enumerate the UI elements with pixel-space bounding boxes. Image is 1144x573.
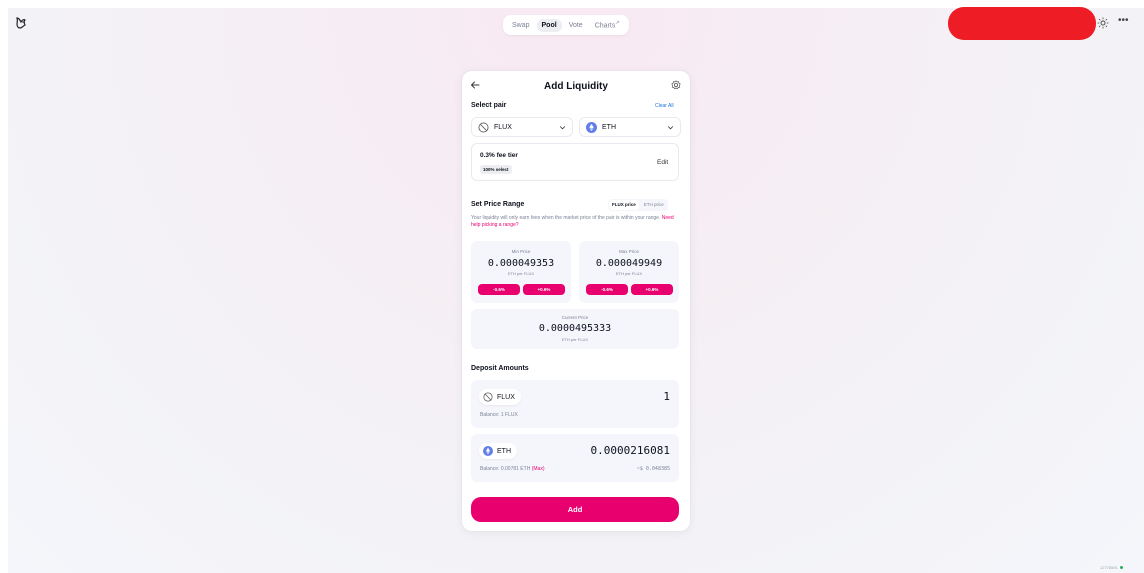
status-dot-icon (1119, 566, 1123, 570)
max-price-decrease-button[interactable]: -0.6% (586, 284, 628, 295)
range-description: Your liquidity will only earn fees when … (471, 215, 683, 229)
nav-vote[interactable]: Vote (564, 19, 588, 32)
select-pair-label: Select pair (471, 102, 507, 109)
page-title: Add Liquidity (544, 81, 608, 92)
max-price-unit: ETH per FLUX (615, 271, 643, 276)
token-a-symbol: FLUX (494, 123, 512, 131)
current-price-label: Current Price (561, 315, 589, 320)
deposit-flux-amount-input[interactable]: 1 (663, 390, 670, 403)
add-button[interactable]: Add (471, 497, 679, 522)
eth-icon (483, 446, 493, 456)
external-link-icon: ↗ (615, 20, 620, 27)
no-token-icon (478, 122, 489, 132)
token-b-select[interactable]: ETH (579, 117, 681, 137)
more-icon[interactable]: ••• (1118, 15, 1129, 26)
deposit-flux-token: FLUX (479, 389, 521, 405)
toggle-eth-price[interactable]: ETH price (641, 200, 667, 210)
min-price-unit: ETH per FLUX (507, 271, 535, 276)
sun-icon[interactable] (1097, 17, 1109, 29)
card-header: Add Liquidity (462, 71, 690, 101)
max-price-card: Max Price 0.000049949 ETH per FLUX -0.6%… (579, 241, 679, 303)
nav-charts-label: Charts (594, 22, 616, 30)
deposit-flux-box: FLUX 1 Balance: 1 FLUX (471, 380, 679, 428)
deposit-eth-usd-value: ~$ 0.048385 (636, 466, 670, 472)
no-token-icon (483, 392, 493, 402)
range-description-text: Your liquidity will only earn fees when … (471, 215, 661, 221)
price-unit-toggle: FLUX price ETH price (608, 199, 668, 211)
max-button[interactable]: (Max) (532, 466, 545, 472)
chevron-down-icon (559, 125, 566, 129)
max-price-label: Max Price (618, 249, 639, 254)
eth-icon (586, 121, 597, 133)
token-b-symbol: ETH (602, 123, 616, 131)
chevron-down-icon (667, 125, 674, 129)
deposit-eth-balance-text: Balance: 0.00781 ETH (480, 466, 531, 472)
min-price-value[interactable]: 0.000049353 (471, 258, 571, 269)
current-price-unit: ETH per FLUX (561, 337, 589, 342)
block-number-text: 12778591 (1100, 565, 1118, 570)
block-number: 12778591 (1100, 565, 1123, 570)
current-price-value: 0.0000495333 (538, 323, 612, 334)
deposit-eth-amount-input[interactable]: 0.0000216081 (591, 444, 670, 457)
current-price-box: Current Price 0.0000495333 ETH per FLUX (471, 309, 679, 349)
deposit-eth-balance: Balance: 0.00781 ETH (Max) (480, 466, 544, 472)
account-button[interactable] (948, 7, 1096, 40)
add-liquidity-card: Add Liquidity Select pair Clear All FLUX… (462, 71, 690, 531)
toggle-flux-price[interactable]: FLUX price (609, 200, 639, 210)
deposit-amounts-label: Deposit Amounts (471, 365, 529, 372)
top-nav: Swap Pool Vote Charts↗ (503, 15, 629, 35)
fee-select-badge: 100% select (480, 165, 512, 174)
deposit-eth-token: ETH (479, 443, 517, 459)
min-price-increase-button[interactable]: +0.6% (523, 284, 565, 295)
min-price-card: Min Price 0.000049353 ETH per FLUX -0.6%… (471, 241, 571, 303)
deposit-flux-balance: Balance: 1 FLUX (480, 412, 518, 418)
fee-edit-button[interactable]: Edit (657, 159, 668, 166)
nav-charts[interactable]: Charts↗ (590, 17, 625, 32)
nav-pool[interactable]: Pool (536, 18, 562, 32)
uniswap-logo-icon[interactable] (14, 16, 28, 30)
min-price-decrease-button[interactable]: -0.6% (478, 284, 520, 295)
deposit-flux-symbol: FLUX (497, 393, 515, 401)
max-price-value[interactable]: 0.000049949 (579, 258, 679, 269)
nav-swap[interactable]: Swap (507, 19, 535, 32)
deposit-eth-symbol: ETH (497, 447, 511, 455)
set-price-range-label: Set Price Range (471, 201, 525, 208)
min-price-label: Min Price (511, 249, 531, 254)
deposit-eth-box: ETH 0.0000216081 Balance: 0.00781 ETH (M… (471, 434, 679, 482)
fee-tier-title: 0.3% fee tier (480, 152, 518, 159)
fee-tier-box: 0.3% fee tier 100% select Edit (471, 143, 679, 181)
token-a-select[interactable]: FLUX (471, 117, 573, 137)
clear-all-link[interactable]: Clear All (655, 103, 674, 109)
max-price-increase-button[interactable]: +0.6% (631, 284, 673, 295)
gear-icon[interactable] (671, 80, 681, 90)
